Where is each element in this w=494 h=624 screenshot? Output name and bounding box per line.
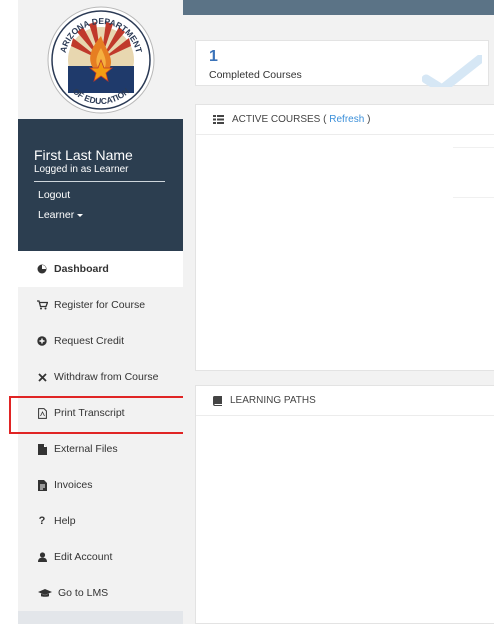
file-icon [36, 443, 48, 455]
faint-divider [453, 197, 494, 198]
nav-item-label: Dashboard [54, 263, 109, 275]
paren-close: ) [367, 114, 371, 125]
learning-paths-title: LEARNING PATHS [230, 395, 316, 406]
nav-item-label: Edit Account [54, 551, 113, 563]
checkmark-icon [422, 55, 482, 87]
user-role-text: Logged in as Learner [34, 164, 129, 175]
plus-circle-icon [36, 336, 48, 346]
nav-item-label: External Files [54, 443, 118, 455]
faint-divider [453, 147, 494, 148]
top-bar [183, 0, 494, 15]
user-icon [36, 552, 48, 562]
logout-link[interactable]: Logout [38, 189, 70, 201]
nav-item-label: Withdraw from Course [54, 371, 159, 383]
nav-item-label: Help [54, 515, 76, 527]
paren-open: ( [323, 114, 327, 125]
completed-courses-card[interactable]: 1 Completed Courses [195, 40, 489, 87]
book-icon [213, 395, 222, 406]
nav-item-label: Request Credit [54, 335, 125, 347]
nav-item-register-for-course[interactable]: Register for Course [18, 287, 183, 323]
arizona-education-seal-logo: ARIZONA DEPARTMENT OF EDUCATION [47, 6, 155, 114]
sidebar-footer-strip [18, 611, 183, 624]
nav-item-external-files[interactable]: External Files [18, 431, 183, 467]
active-courses-title: ACTIVE COURSES [232, 114, 321, 125]
active-courses-panel: ACTIVE COURSES ( Refresh ) [195, 104, 494, 371]
learning-paths-panel: LEARNING PATHS [195, 385, 494, 624]
cart-icon [36, 300, 48, 310]
nav-item-dashboard[interactable]: Dashboard [18, 251, 183, 287]
nav-item-request-credit[interactable]: Request Credit [18, 323, 183, 359]
logo-area: ARIZONA DEPARTMENT OF EDUCATION [18, 0, 183, 119]
learning-paths-header: LEARNING PATHS [196, 386, 494, 416]
nav-item-label: Register for Course [54, 299, 146, 311]
completed-label: Completed Courses [209, 69, 302, 81]
role-dropdown[interactable]: Learner [38, 209, 84, 221]
nav-item-edit-account[interactable]: Edit Account [18, 539, 183, 575]
nav-item-help[interactable]: ? Help [18, 503, 183, 539]
graduation-cap-icon [38, 588, 52, 598]
user-name: First Last Name [34, 147, 133, 163]
nav-item-withdraw-from-course[interactable]: Withdraw from Course [18, 359, 183, 395]
caret-down-icon [77, 213, 84, 217]
nav-item-label: Go to LMS [58, 587, 109, 599]
nav-item-label: Invoices [54, 479, 93, 491]
invoice-icon [36, 479, 48, 491]
nav-item-go-to-lms[interactable]: Go to LMS [18, 575, 183, 611]
active-courses-header: ACTIVE COURSES ( Refresh ) [196, 105, 494, 135]
question-icon: ? [38, 515, 46, 527]
refresh-link[interactable]: Refresh [329, 114, 364, 125]
user-panel: First Last Name Logged in as Learner Log… [18, 119, 183, 251]
dashboard-icon [36, 264, 48, 274]
role-dropdown-label: Learner [38, 209, 75, 221]
print-transcript-highlight [9, 396, 191, 434]
x-icon [36, 372, 48, 382]
nav-item-invoices[interactable]: Invoices [18, 467, 183, 503]
sidebar: ARIZONA DEPARTMENT OF EDUCATION First La… [18, 0, 183, 624]
completed-count: 1 [209, 48, 218, 65]
list-icon [213, 115, 224, 124]
user-divider [34, 181, 165, 182]
